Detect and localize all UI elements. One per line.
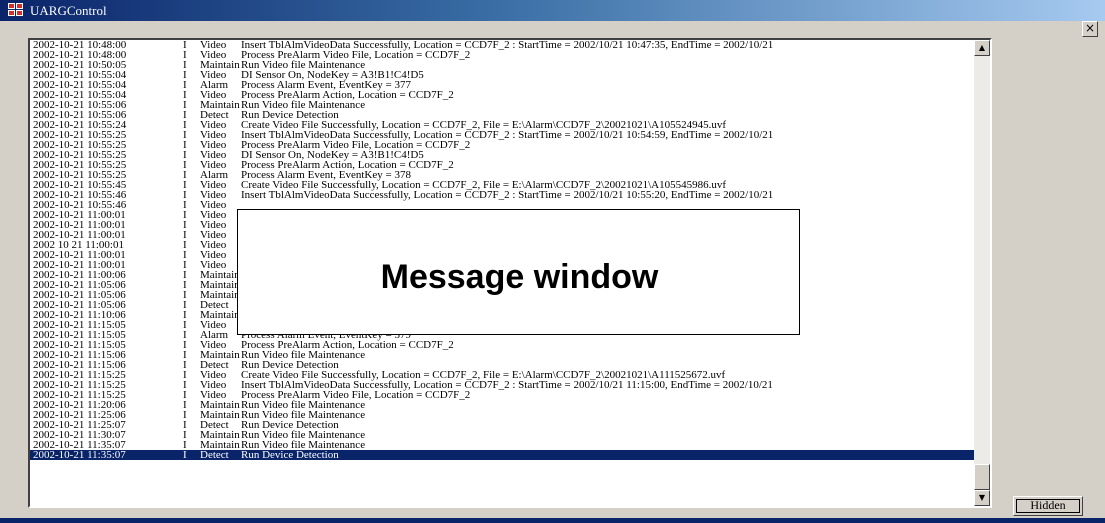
log-message: Run Device Detection — [241, 449, 339, 461]
log-time: 2002-10-21 11:35:07 — [33, 449, 126, 461]
log-row[interactable]: 2002-10-21 11:15:06 I Maintain Run Video fi… — [30, 350, 976, 361]
vertical-scrollbar[interactable]: ▲ ▼ — [974, 40, 990, 506]
log-row[interactable]: 2002-10-21 11:15:05 I Video Process PreAlar… — [30, 340, 976, 351]
callout-label: Message window — [380, 258, 659, 296]
window-title: UARGControl — [30, 3, 107, 18]
log-row[interactable]: 2002-10-21 11:25:07 I Detect Run Device Det… — [30, 420, 976, 431]
log-row[interactable]: 2002-10-21 10:55:25 I Video Process PreAlar… — [30, 140, 976, 151]
log-row[interactable]: 2002-10-21 10:55:04 I Video Process PreAlar… — [30, 90, 976, 101]
log-row[interactable]: 2002-10-21 11:35:07 I Detect Run Device Det… — [30, 449, 976, 461]
app-icon — [8, 3, 24, 17]
log-row[interactable]: 2002-10-21 10:55:06 I Maintain Run Video fi… — [30, 100, 976, 111]
close-icon[interactable]: × — [1082, 21, 1098, 37]
log-row[interactable]: 2002-10-21 11:25:06 I Maintain Run Video fi… — [30, 410, 976, 421]
log-row[interactable]: 2002-10-21 10:55:04 I Video DI Sensor On, N… — [30, 70, 976, 81]
title-bar: UARGControl — [0, 0, 1105, 21]
log-message: Insert TblAlmVideoData Successfully, Loc… — [241, 189, 774, 201]
log-row[interactable]: 2002-10-21 11:15:25 I Video Insert TblAlmVi… — [30, 380, 976, 391]
log-row[interactable]: 2002-10-21 10:55:25 I Video Insert TblAlmVi… — [30, 130, 976, 141]
log-row[interactable]: 2002-10-21 11:20:06 I Maintain Run Video fi… — [30, 400, 976, 411]
scroll-up-arrow-icon[interactable]: ▲ — [974, 40, 990, 56]
log-row[interactable]: 2002-10-21 10:55:46 I Video Insert TblAlmVi… — [30, 189, 976, 201]
message-window-callout: Message window — [237, 209, 800, 335]
log-category: Detect — [200, 449, 229, 461]
log-row[interactable]: 2002-10-21 10:48:00 I Video Insert TblAlmVi… — [30, 40, 976, 51]
log-row[interactable]: 2002-10-21 10:55:04 I Alarm Process Alarm E… — [30, 80, 976, 91]
log-row[interactable]: 2002-10-21 10:48:00 I Video Process PreAlar… — [30, 50, 976, 61]
log-row[interactable]: 2002-10-21 11:35:07 I Maintain Run Video fi… — [30, 440, 976, 451]
log-row[interactable]: 2002-10-21 10:55:25 I Video Process PreAlar… — [30, 160, 976, 171]
hidden-button[interactable]: Hidden — [1013, 496, 1083, 516]
log-row[interactable]: 2002-10-21 10:50:05 I Maintain Run Video fi… — [30, 60, 976, 71]
scrollbar-thumb[interactable] — [974, 464, 990, 490]
log-level: I — [183, 449, 187, 461]
scroll-down-arrow-icon[interactable]: ▼ — [974, 490, 990, 506]
bottom-strip — [0, 518, 1105, 523]
log-row[interactable]: 2002-10-21 11:30:07 I Maintain Run Video fi… — [30, 430, 976, 441]
log-row[interactable]: 2002-10-21 10:55:25 I Video DI Sensor On, N… — [30, 150, 976, 161]
log-row[interactable]: 2002-10-21 11:15:25 I Video Process PreAlar… — [30, 390, 976, 401]
